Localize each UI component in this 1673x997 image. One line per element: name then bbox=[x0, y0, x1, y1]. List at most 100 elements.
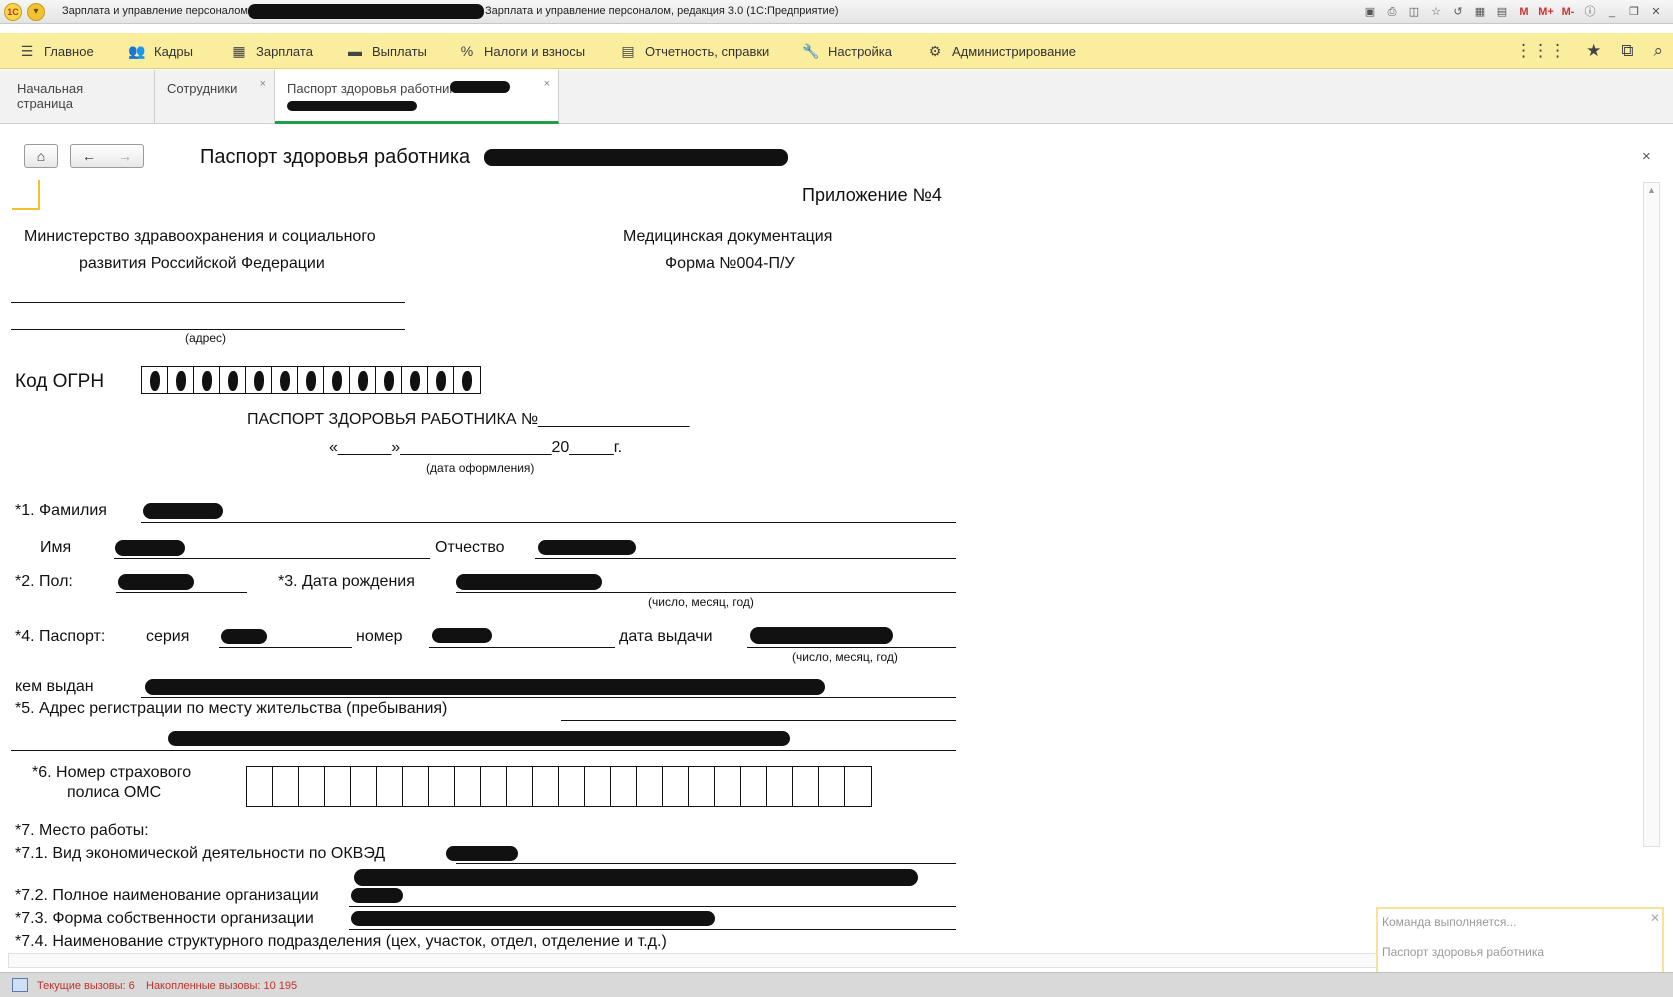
patronymic-line bbox=[535, 558, 956, 559]
ogrn-cell bbox=[220, 367, 246, 393]
issue-date-line bbox=[747, 647, 956, 648]
policy-cell bbox=[455, 767, 481, 806]
med-doc-label: Медицинская документация bbox=[623, 228, 833, 245]
percent-icon: % bbox=[460, 43, 474, 59]
section-payments[interactable]: ▬ Выплаты bbox=[346, 33, 427, 69]
policy-cell bbox=[299, 767, 325, 806]
ownership-line bbox=[349, 929, 956, 930]
section-personnel[interactable]: 👥 Кадры bbox=[128, 33, 193, 69]
policy-label-line-2: полиса ОМС bbox=[67, 784, 162, 801]
save-icon[interactable]: ▣ bbox=[1361, 3, 1379, 21]
name-line bbox=[114, 558, 430, 559]
ministry-line-2: развития Российской Федерации bbox=[79, 255, 325, 272]
search-icon[interactable]: ⌕ bbox=[1653, 41, 1663, 61]
back-arrow-icon[interactable]: ← bbox=[82, 148, 96, 164]
vertical-scrollbar[interactable]: ▲ bbox=[1643, 182, 1660, 847]
history-icon[interactable]: ⧉ bbox=[1621, 41, 1633, 61]
favorites-star-icon[interactable]: ★ bbox=[1586, 41, 1601, 61]
ogrn-cell bbox=[142, 367, 168, 393]
status-bar: Текущие вызовы: 6 Накопленные вызовы: 10… bbox=[0, 972, 1673, 997]
close-tab-icon[interactable]: × bbox=[260, 78, 266, 90]
policy-cell bbox=[559, 767, 585, 806]
section-administration[interactable]: ⚙ Администрирование bbox=[926, 33, 1076, 69]
memory-minus-button[interactable]: M- bbox=[1559, 3, 1577, 21]
policy-cell bbox=[663, 767, 689, 806]
redaction bbox=[354, 869, 918, 886]
policy-cell bbox=[247, 767, 273, 806]
redaction bbox=[484, 149, 788, 166]
surname-label: *1. Фамилия bbox=[15, 502, 107, 519]
1c-logo-icon[interactable]: 1С bbox=[4, 3, 22, 21]
hamburger-icon: ☰ bbox=[20, 42, 34, 59]
home-button[interactable]: ⌂ bbox=[24, 144, 58, 168]
address-caption: (адрес) bbox=[185, 331, 227, 345]
registration-address-line-2 bbox=[11, 750, 956, 751]
section-reports[interactable]: ▤ Отчетность, справки bbox=[619, 33, 769, 69]
tab-home[interactable]: Начальная страница bbox=[5, 70, 155, 124]
print-icon[interactable]: ⎙ bbox=[1383, 3, 1401, 21]
redaction bbox=[456, 574, 602, 590]
sex-line bbox=[116, 592, 247, 593]
open-windows-bar: Начальная страница Сотрудники × Паспорт з… bbox=[0, 70, 1673, 124]
preview-icon[interactable]: ◫ bbox=[1405, 3, 1423, 21]
minimize-icon[interactable]: _ bbox=[1603, 3, 1621, 21]
performance-icon[interactable] bbox=[12, 978, 28, 992]
redaction bbox=[248, 4, 484, 19]
favorites-icon[interactable]: ☆ bbox=[1427, 3, 1445, 21]
ogrn-cell bbox=[272, 367, 298, 393]
restore-icon[interactable]: ❐ bbox=[1625, 3, 1643, 21]
tab-health-passport[interactable]: Паспорт здоровья работника × bbox=[275, 70, 559, 124]
ogrn-cell bbox=[402, 367, 428, 393]
policy-cell bbox=[845, 767, 871, 806]
ownership-label: *7.3. Форма собственности организации bbox=[15, 910, 314, 927]
passport-label: *4. Паспорт: bbox=[15, 628, 106, 645]
redaction bbox=[287, 101, 417, 111]
issued-by-label: кем выдан bbox=[15, 678, 94, 695]
close-tab-icon[interactable]: × bbox=[544, 78, 550, 90]
section-salary[interactable]: ▦ Зарплата bbox=[230, 33, 313, 69]
department-label: *7.4. Наименование структурного подразде… bbox=[15, 933, 667, 950]
gear-icon: ⚙ bbox=[928, 42, 942, 59]
window-title: Зарплата и управление персоналом, редакц… bbox=[485, 5, 839, 17]
calculator-icon[interactable]: ▦ bbox=[1471, 3, 1489, 21]
tab-employees[interactable]: Сотрудники × bbox=[155, 70, 275, 124]
redaction bbox=[446, 846, 518, 861]
forward-arrow-icon[interactable]: → bbox=[118, 148, 132, 164]
sections-tools: ⋮⋮⋮ ★ ⧉ ⌕ bbox=[1515, 33, 1663, 69]
notification-text[interactable]: Паспорт здоровья работника bbox=[1382, 945, 1544, 959]
history-icon[interactable]: ↺ bbox=[1449, 3, 1467, 21]
section-settings[interactable]: 🔧 Настройка bbox=[802, 33, 892, 69]
address-line-1 bbox=[11, 302, 405, 303]
section-main[interactable]: ☰ Главное bbox=[18, 33, 94, 69]
close-form-icon[interactable]: × bbox=[1642, 148, 1651, 165]
policy-cell bbox=[689, 767, 715, 806]
info-icon[interactable]: ⓘ bbox=[1581, 3, 1599, 21]
number-label: номер bbox=[356, 628, 403, 645]
scroll-up-icon[interactable]: ▲ bbox=[1644, 183, 1659, 198]
window-title-prefix: Зарплата и управление персоналом bbox=[62, 5, 248, 17]
form-number: Форма №004-П/У bbox=[665, 255, 795, 272]
title-bar: 1С ▾ Зарплата и управление персоналом За… bbox=[0, 0, 1673, 24]
policy-cell bbox=[403, 767, 429, 806]
all-functions-icon[interactable]: ⋮⋮⋮ bbox=[1515, 41, 1566, 61]
series-label: серия bbox=[146, 628, 190, 645]
policy-label-line-1: *6. Номер страхового bbox=[32, 764, 192, 781]
memory-plus-button[interactable]: M+ bbox=[1537, 3, 1555, 21]
appendix-label: Приложение №4 bbox=[802, 185, 942, 205]
birth-date-label: *3. Дата рождения bbox=[278, 573, 415, 590]
wallet-icon: ▬ bbox=[348, 43, 362, 59]
patronymic-label: Отчество bbox=[435, 539, 505, 556]
section-taxes[interactable]: % Налоги и взносы bbox=[458, 33, 585, 69]
page-title: Паспорт здоровья работника bbox=[200, 146, 471, 168]
policy-cell bbox=[611, 767, 637, 806]
memory-button[interactable]: M bbox=[1515, 3, 1533, 21]
number-line bbox=[429, 647, 615, 648]
calendar-icon[interactable]: ▤ bbox=[1493, 3, 1511, 21]
main-menu-icon[interactable]: ▾ bbox=[27, 3, 45, 21]
redaction bbox=[143, 503, 223, 519]
close-window-icon[interactable]: ✕ bbox=[1647, 3, 1665, 21]
close-notification-icon[interactable]: ✕ bbox=[1650, 911, 1660, 925]
report-icon: ▤ bbox=[621, 42, 635, 59]
app-window: 1С ▾ Зарплата и управление персоналом За… bbox=[0, 0, 1673, 997]
series-line bbox=[219, 647, 352, 648]
